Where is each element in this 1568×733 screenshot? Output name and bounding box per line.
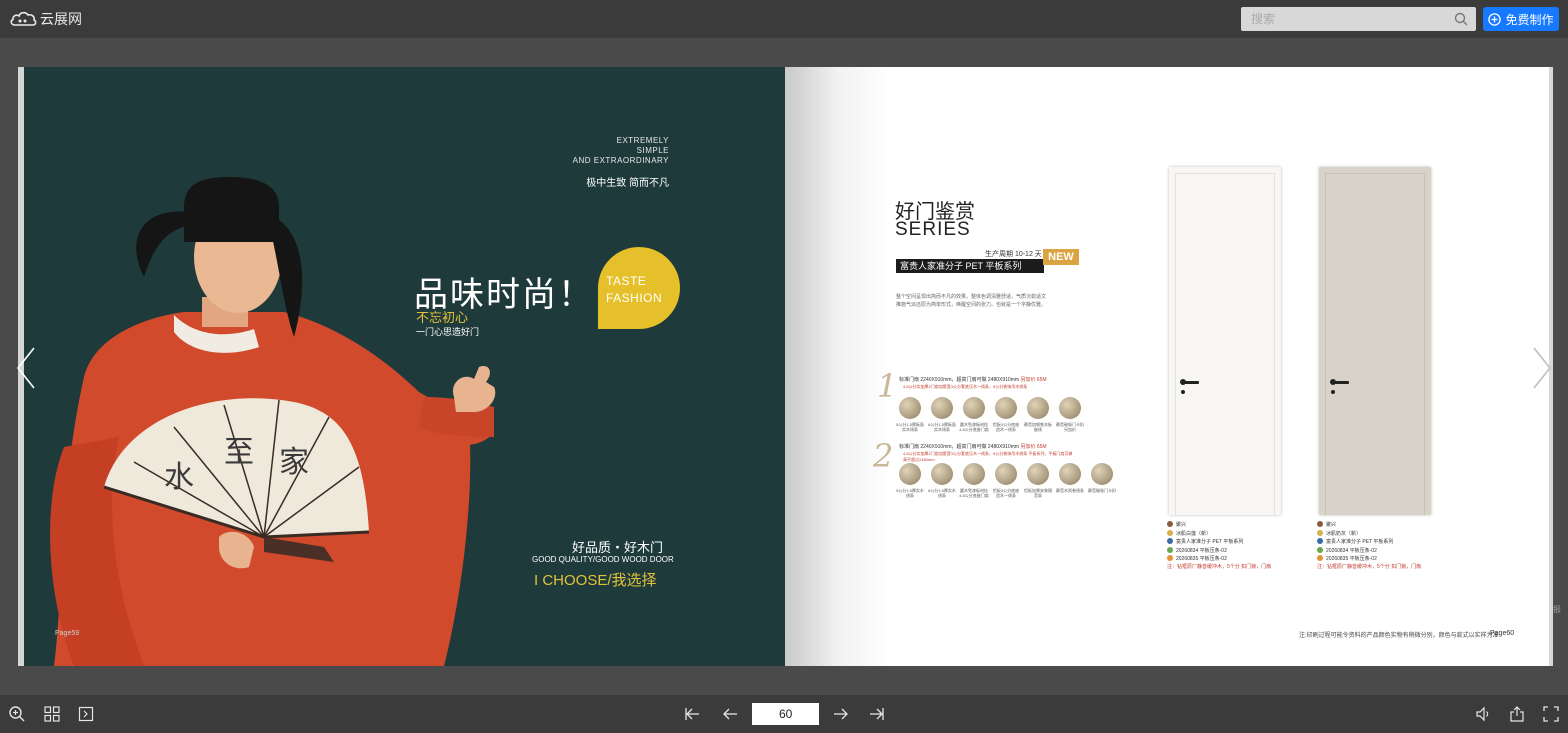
- series-en: SERIES: [895, 219, 971, 240]
- swatch[interactable]: 静音加钢铁木板嵌线: [1024, 397, 1052, 432]
- fullscreen-icon[interactable]: [1542, 705, 1560, 723]
- print-note: 注:印刷过程可能令资料的产品颜色实物有稍微分别，颜色与款式以实样为准: [1299, 633, 1499, 639]
- swatch[interactable]: 5公分1.5厚板面实木线条: [896, 397, 924, 432]
- swatch[interactable]: 铝板加厚安装隔音条: [1024, 463, 1052, 498]
- option-number-1: 1: [877, 367, 898, 405]
- top-bar: 云展网 免费制作: [0, 0, 1568, 38]
- first-page-icon[interactable]: [683, 705, 701, 723]
- swatch[interactable]: 静音磁吸门卡扣另加价: [1056, 397, 1084, 432]
- logo-text: 云展网: [40, 11, 82, 27]
- option-2-spec: 标准门扇 2240X910mm，超高门扇可做 2480X910mm 另加价 65…: [899, 443, 1047, 450]
- door-white[interactable]: [1169, 167, 1281, 515]
- grid-icon[interactable]: [43, 705, 61, 723]
- page-number-input[interactable]: [752, 703, 819, 725]
- thumbnails-icon[interactable]: [77, 705, 95, 723]
- option-2-note: 4.8公分实加厚2门扇加套宽3公分套底压木一线条，5公分装饰吊木线条 平板系列，…: [903, 451, 1073, 462]
- option-2-swatches: 5公分1.5厚实木线条 6公分1.5厚实木线条 圆木免漆板材挂4.8公分底座门扇…: [896, 463, 1116, 498]
- search-box: [1241, 7, 1476, 31]
- swatch[interactable]: 静音磁吸门卡扣: [1088, 463, 1116, 498]
- option-1-spec-text: 标准门扇 2240X910mm，超高门扇可做 2480X910mm: [899, 377, 1020, 383]
- plus-circle-icon: [1488, 12, 1502, 26]
- book-stage: 水 至 家 EXTREMELY SIMPLE AND EXTRAORDINARY…: [0, 38, 1568, 695]
- left-page[interactable]: 水 至 家 EXTREMELY SIMPLE AND EXTRAORDINARY…: [24, 67, 785, 666]
- svg-text:水: 水: [164, 460, 194, 495]
- tagline-line-2: SIMPLE: [636, 146, 669, 155]
- bubble-line-1: TASTE: [606, 274, 647, 288]
- bubble-line-2: FASHION: [606, 291, 663, 305]
- right-page[interactable]: 好门鉴赏 SERIES 生产周期 10-12 天 富贵人家准分子 PET 平板系…: [785, 67, 1549, 666]
- swatch[interactable]: 铝板3公分底座造木一线条: [993, 463, 1019, 498]
- swatch[interactable]: 铝板3公分底座造木一线条: [993, 397, 1019, 432]
- next-page-icon[interactable]: [832, 705, 850, 723]
- swatch[interactable]: 静音木质卷线条: [1056, 463, 1084, 498]
- english-tagline: EXTREMELY SIMPLE AND EXTRAORDINARY: [573, 136, 669, 166]
- next-page-arrow-icon[interactable]: [1530, 346, 1554, 390]
- logo[interactable]: 云展网: [9, 9, 82, 29]
- option-2-spec-text: 标准门扇 2240X910mm，超高门扇可做 2480X910mm: [899, 444, 1020, 450]
- create-free-label: 免费制作: [1505, 12, 1554, 27]
- right-page-number: Page60: [1490, 630, 1515, 637]
- door-grey[interactable]: [1319, 167, 1431, 515]
- tagline-line-1: EXTREMELY: [616, 136, 669, 145]
- choose-text: I CHOOSE/我选择: [534, 572, 657, 589]
- swatch[interactable]: 圆木免漆板材挂4.8公分底座门扇: [959, 397, 989, 432]
- last-page-icon[interactable]: [868, 705, 886, 723]
- cloud-logo-icon: [10, 11, 37, 26]
- sub-yellow: 不忘初心: [416, 310, 469, 325]
- series-bar-title: 富贵人家准分子 PET 平板系列: [896, 259, 1044, 273]
- production-cycle: 生产周期 10-12 天: [985, 251, 1042, 258]
- prev-page-icon[interactable]: [721, 705, 739, 723]
- svg-text:家: 家: [279, 445, 309, 480]
- swatch[interactable]: 6公分1.5厚实木线条: [928, 463, 956, 498]
- search-input[interactable]: [1241, 7, 1446, 31]
- quality-cn: 好品质・好木门: [572, 540, 664, 555]
- series-description: 整个空间呈现出简而不凡的效果。整体色调清雅舒适，气质沉稳适文推施气派还原为简单形…: [896, 294, 1047, 308]
- model-illustration: 水 至 家: [50, 177, 496, 666]
- swatch[interactable]: 圆木免漆板材挂4.8公分底座门扇: [959, 463, 989, 498]
- swatch[interactable]: 5公分1.5厚实木线条: [896, 463, 924, 498]
- zoom-in-icon[interactable]: [8, 705, 26, 723]
- slogan: 极中生致 简而不凡: [586, 178, 669, 189]
- option-1-price: 另加价 65M: [1020, 377, 1047, 383]
- search-icon[interactable]: [1454, 12, 1468, 26]
- share-icon[interactable]: [1508, 705, 1526, 723]
- new-badge: NEW: [1043, 249, 1079, 265]
- tagline-line-3: AND EXTRAORDINARY: [572, 156, 669, 165]
- left-page-number: Page59: [55, 630, 80, 637]
- create-free-button[interactable]: 免费制作: [1483, 7, 1559, 31]
- option-2-price: 另加价 65M: [1020, 444, 1047, 450]
- side-tab[interactable]: 报: [1553, 604, 1561, 615]
- door-1-info: 聚兴 冰肌白莲（新） 富贵人家准分子 PET 平板系列 20260834 平板压…: [1167, 521, 1272, 570]
- volume-icon[interactable]: [1474, 705, 1492, 723]
- option-1-note: 4.8公分实加厚2门扇加套宽3公分套底压木一线条，5公分装饰吊木线条: [903, 384, 1028, 389]
- option-1-spec: 标准门扇 2240X910mm，超高门扇可做 2480X910mm 另加价 65…: [899, 376, 1047, 383]
- door-2-info: 聚兴 冰肌奶灰（新） 富贵人家准分子 PET 平板系列 20260834 平板压…: [1317, 521, 1422, 570]
- sub-white: 一门心思造好门: [416, 327, 480, 337]
- quality-en: GOOD QUALITY/GOOD WOOD DOOR: [532, 555, 674, 564]
- option-1-swatches: 5公分1.5厚板面实木线条 6公分1.5厚板面实木线条 圆木免漆板材挂4.8公分…: [896, 397, 1084, 432]
- taste-fashion-bubble: TASTE FASHION: [598, 247, 680, 329]
- svg-text:至: 至: [224, 435, 254, 470]
- option-number-2: 2: [873, 437, 894, 475]
- swatch[interactable]: 6公分1.5厚板面实木线条: [928, 397, 956, 432]
- prev-page-arrow-icon[interactable]: [14, 346, 38, 390]
